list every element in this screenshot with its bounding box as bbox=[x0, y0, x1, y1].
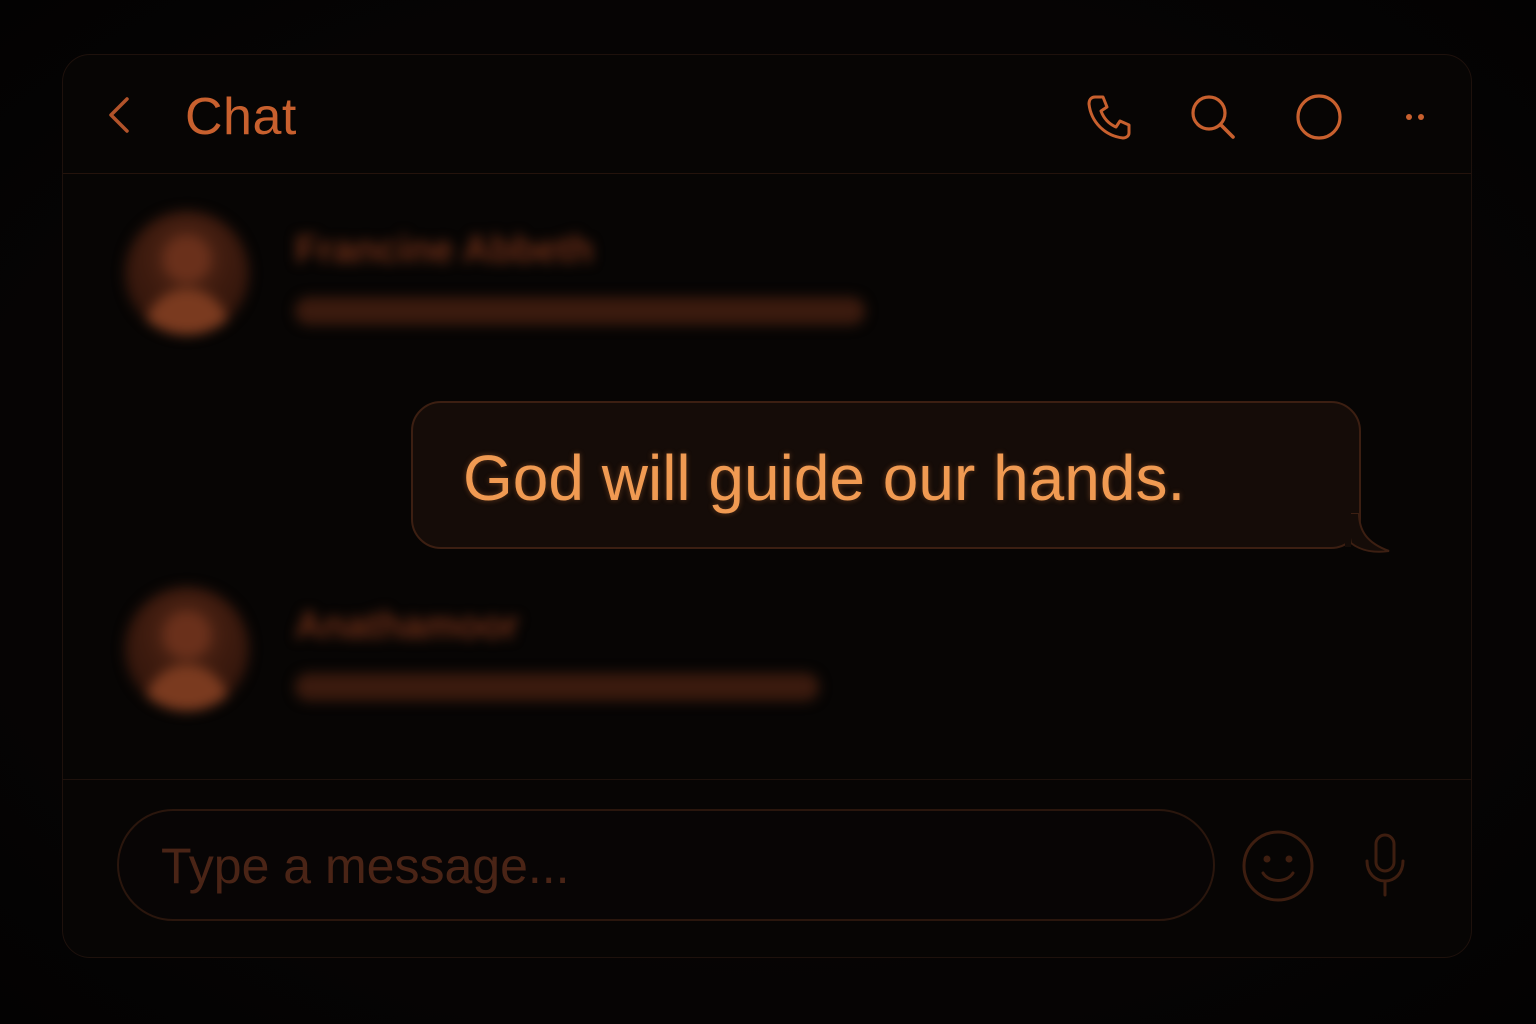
message-input[interactable]: Type a message... bbox=[117, 809, 1215, 921]
message-preview bbox=[295, 297, 865, 325]
more-icon bbox=[1406, 114, 1424, 120]
avatar bbox=[125, 211, 249, 335]
search-icon bbox=[1191, 95, 1235, 139]
chat-screen: Chat Francine Abbeth God will guide our … bbox=[0, 0, 1536, 1024]
sender-name: Francine Abbeth bbox=[295, 229, 594, 271]
status-button[interactable] bbox=[1293, 91, 1345, 143]
call-button[interactable] bbox=[1083, 91, 1135, 143]
search-button[interactable] bbox=[1187, 91, 1239, 143]
chat-window: Chat Francine Abbeth God will guide our … bbox=[62, 54, 1472, 958]
bubble-tail bbox=[1345, 513, 1390, 553]
phone-icon bbox=[1087, 95, 1131, 140]
message-row[interactable]: Anathamoor bbox=[125, 587, 925, 717]
circle-icon bbox=[1296, 94, 1342, 140]
page-title: Chat bbox=[185, 88, 297, 146]
back-button[interactable] bbox=[101, 93, 137, 137]
more-button[interactable] bbox=[1393, 91, 1437, 143]
microphone-button[interactable] bbox=[1359, 831, 1411, 899]
input-placeholder: Type a message... bbox=[161, 838, 570, 894]
emoji-button[interactable] bbox=[1241, 829, 1315, 903]
smiley-icon bbox=[1242, 830, 1314, 902]
sender-name: Anathamoor bbox=[295, 605, 519, 647]
chat-header: Chat bbox=[63, 55, 1471, 174]
message-text: God will guide our hands. bbox=[463, 442, 1186, 514]
avatar bbox=[125, 587, 249, 711]
message-preview bbox=[295, 673, 819, 701]
composer-divider bbox=[63, 779, 1471, 780]
message-bubble[interactable]: God will guide our hands. bbox=[411, 401, 1361, 549]
microphone-icon bbox=[1365, 833, 1405, 897]
chevron-left-icon bbox=[109, 97, 129, 133]
message-row[interactable]: Francine Abbeth bbox=[125, 211, 925, 341]
